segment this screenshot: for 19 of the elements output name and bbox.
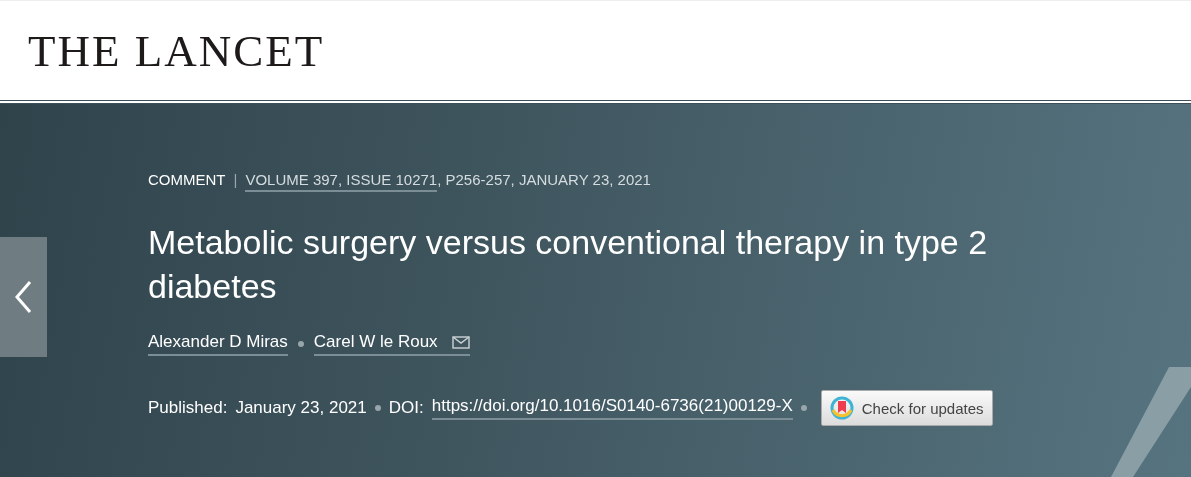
check-for-updates-button[interactable]: Check for updates xyxy=(820,390,993,426)
envelope-icon xyxy=(451,335,470,349)
article-title: Metabolic surgery versus conventional therapy in type 2 diabetes xyxy=(148,222,989,307)
doi-link[interactable]: https://doi.org/10.1016/S0140-6736(21)00129-X xyxy=(431,396,793,420)
author-link[interactable]: Carel W le Roux xyxy=(313,332,470,356)
citation-text: , P256-257, JANUARY 23, 2021 xyxy=(437,171,651,188)
journal-logo[interactable]: THE LANCET xyxy=(28,24,325,77)
chevron-left-icon xyxy=(13,280,34,314)
bookmark-badge-icon xyxy=(829,396,854,420)
previous-button[interactable] xyxy=(0,237,47,357)
published-date: January 23, 2021 xyxy=(235,398,367,418)
bullet-separator xyxy=(297,341,304,347)
bullet-separator xyxy=(374,405,381,411)
doi-label: DOI: xyxy=(388,398,424,418)
bullet-separator xyxy=(800,405,807,411)
published-label: Published: xyxy=(148,398,228,418)
article-type: COMMENT xyxy=(148,171,226,188)
author-link[interactable]: Alexander D Miras xyxy=(148,332,288,356)
separator: | xyxy=(233,171,238,188)
